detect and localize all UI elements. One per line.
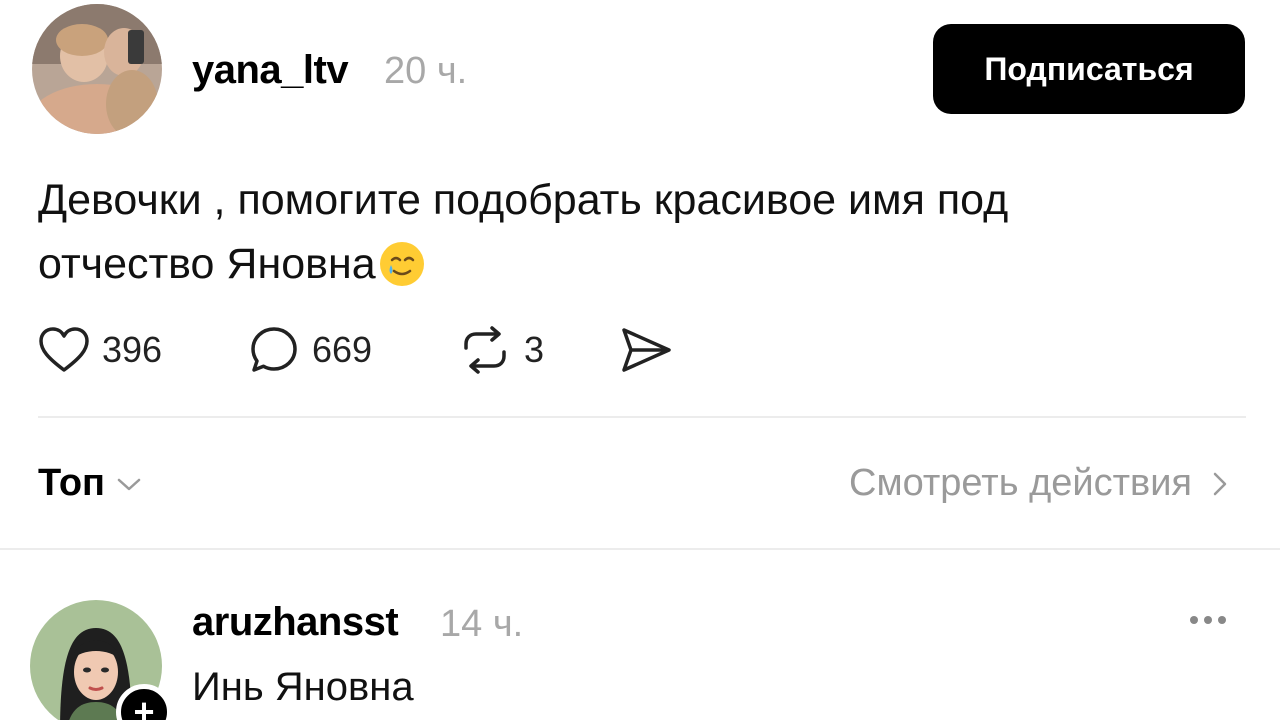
- chevron-down-icon: [117, 478, 141, 490]
- comment-text: Инь Яновна: [192, 665, 414, 709]
- view-activity-label: Смотреть действия: [849, 462, 1192, 504]
- heart-icon: [39, 327, 89, 372]
- post-text-line-1: Девочки , помогите подобрать красивое им…: [38, 176, 1009, 224]
- comment-bubble-icon: [251, 327, 297, 372]
- repost-count: 3: [524, 329, 545, 370]
- repost-button[interactable]: 3: [458, 322, 544, 378]
- like-button[interactable]: 396: [38, 322, 162, 378]
- thread-page: yana_ltv 20 ч. Подписаться Девочки , пом…: [0, 0, 1280, 720]
- comment-button[interactable]: 669: [248, 322, 372, 378]
- sort-dropdown[interactable]: Топ: [38, 462, 143, 505]
- share-button[interactable]: [618, 322, 674, 378]
- divider: [38, 416, 1246, 418]
- comment-author-username[interactable]: aruzhansst: [192, 600, 399, 645]
- smiling-face-with-tear-icon: [379, 242, 424, 286]
- follow-button[interactable]: Подписаться: [933, 24, 1245, 114]
- more-options-icon[interactable]: [1182, 604, 1234, 636]
- sort-label: Топ: [38, 462, 105, 504]
- repost-icon: [464, 326, 506, 374]
- post-body: Девочки , помогите подобрать красивое им…: [38, 168, 1238, 296]
- view-activity-link[interactable]: Смотреть действия: [849, 462, 1228, 505]
- divider: [0, 548, 1280, 550]
- post-author-avatar[interactable]: [32, 4, 162, 134]
- send-icon: [622, 328, 671, 372]
- post-text-line-2: отчество Яновна: [38, 232, 1238, 296]
- post-text-line-2-text: отчество Яновна: [38, 240, 376, 288]
- like-count: 396: [102, 329, 163, 370]
- chevron-right-icon: [1213, 472, 1227, 495]
- post-timestamp: 20 ч.: [384, 50, 468, 92]
- comment-count: 669: [312, 329, 373, 370]
- comment-timestamp: 14 ч.: [440, 603, 524, 645]
- post-author-username[interactable]: yana_ltv: [192, 48, 349, 93]
